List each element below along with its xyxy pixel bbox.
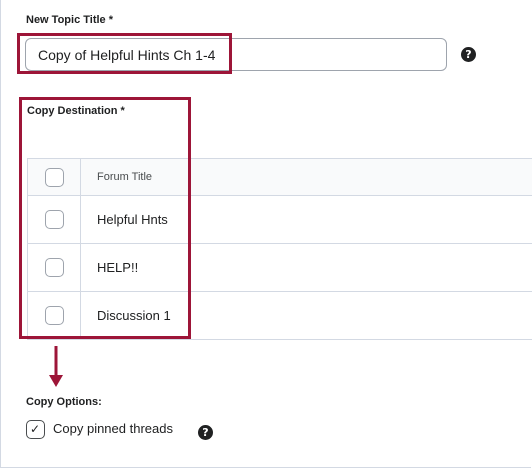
forum-help-checkbox[interactable] — [44, 258, 64, 277]
table-row: Discussion 1 — [27, 291, 532, 340]
row-checkbox-cell — [27, 195, 81, 244]
select-all-checkbox[interactable] — [44, 167, 64, 187]
topic-title-help-icon[interactable]: ? — [461, 47, 476, 62]
forum-title-header: Forum Title — [80, 158, 532, 196]
checkmark-icon: ✓ — [30, 422, 41, 436]
copy-pinned-threads-checkbox[interactable]: ✓ — [26, 420, 45, 439]
forum-helpful-hnts-checkbox[interactable] — [44, 210, 64, 229]
select-all-cell — [27, 158, 81, 196]
copy-pinned-threads-label: Copy pinned threads — [53, 421, 173, 436]
topic-title-label: New Topic Title * — [26, 14, 113, 26]
forum-table-header: Forum Title — [27, 158, 532, 196]
topic-title-input[interactable] — [25, 38, 447, 71]
copy-options-label: Copy Options: — [26, 396, 102, 408]
arrow-down-icon — [49, 346, 63, 387]
row-checkbox-cell — [27, 243, 81, 292]
forum-title-cell: Discussion 1 — [80, 291, 532, 340]
copy-options-help-icon[interactable]: ? — [198, 425, 213, 440]
copy-destination-label: Copy Destination * — [27, 105, 125, 117]
table-row: Helpful Hnts — [27, 195, 532, 244]
table-row: HELP!! — [27, 243, 532, 292]
forum-discussion-1-checkbox[interactable] — [44, 306, 64, 325]
forum-title-cell: Helpful Hnts — [80, 195, 532, 244]
forum-table: Forum Title Helpful Hnts HELP!! Discussi… — [27, 158, 532, 340]
row-checkbox-cell — [27, 291, 81, 340]
forum-title-cell: HELP!! — [80, 243, 532, 292]
